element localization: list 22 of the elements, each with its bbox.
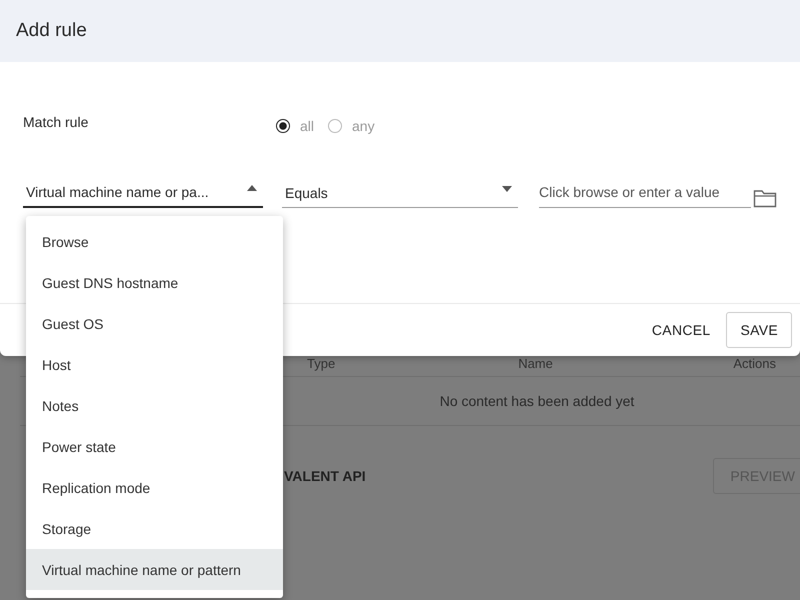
caret-icon [247,185,257,191]
empty-message: No content has been added yet [440,393,634,409]
column-header: Type [307,356,336,370]
menu-item[interactable]: Replication mode [26,467,283,508]
menu-item[interactable]: Power state [26,426,283,467]
field-label: Match rule [23,114,90,130]
menu-item[interactable]: Virtual machine name or pattern [26,549,283,590]
save-button[interactable]: SAVE [726,312,792,348]
caret-icon [502,186,512,192]
folder-icon[interactable] [753,188,777,208]
property-dropdown[interactable]: Virtual machine name or pa... [23,178,263,208]
menu-item[interactable]: Browse [26,221,283,262]
dialog-title: Add rule [16,20,87,42]
column-header: Actions [733,356,776,370]
menu-item[interactable]: Notes [26,385,283,426]
operator-dropdown[interactable]: Equals [282,178,518,208]
section-title: VALENT API [284,468,366,484]
column-header: Name [518,356,553,370]
menu-item[interactable]: Host [26,344,283,385]
menu-item[interactable]: Guest DNS hostname [26,262,283,303]
menu-item[interactable]: Storage [26,508,283,549]
menu-item[interactable]: Guest OS [26,303,283,344]
